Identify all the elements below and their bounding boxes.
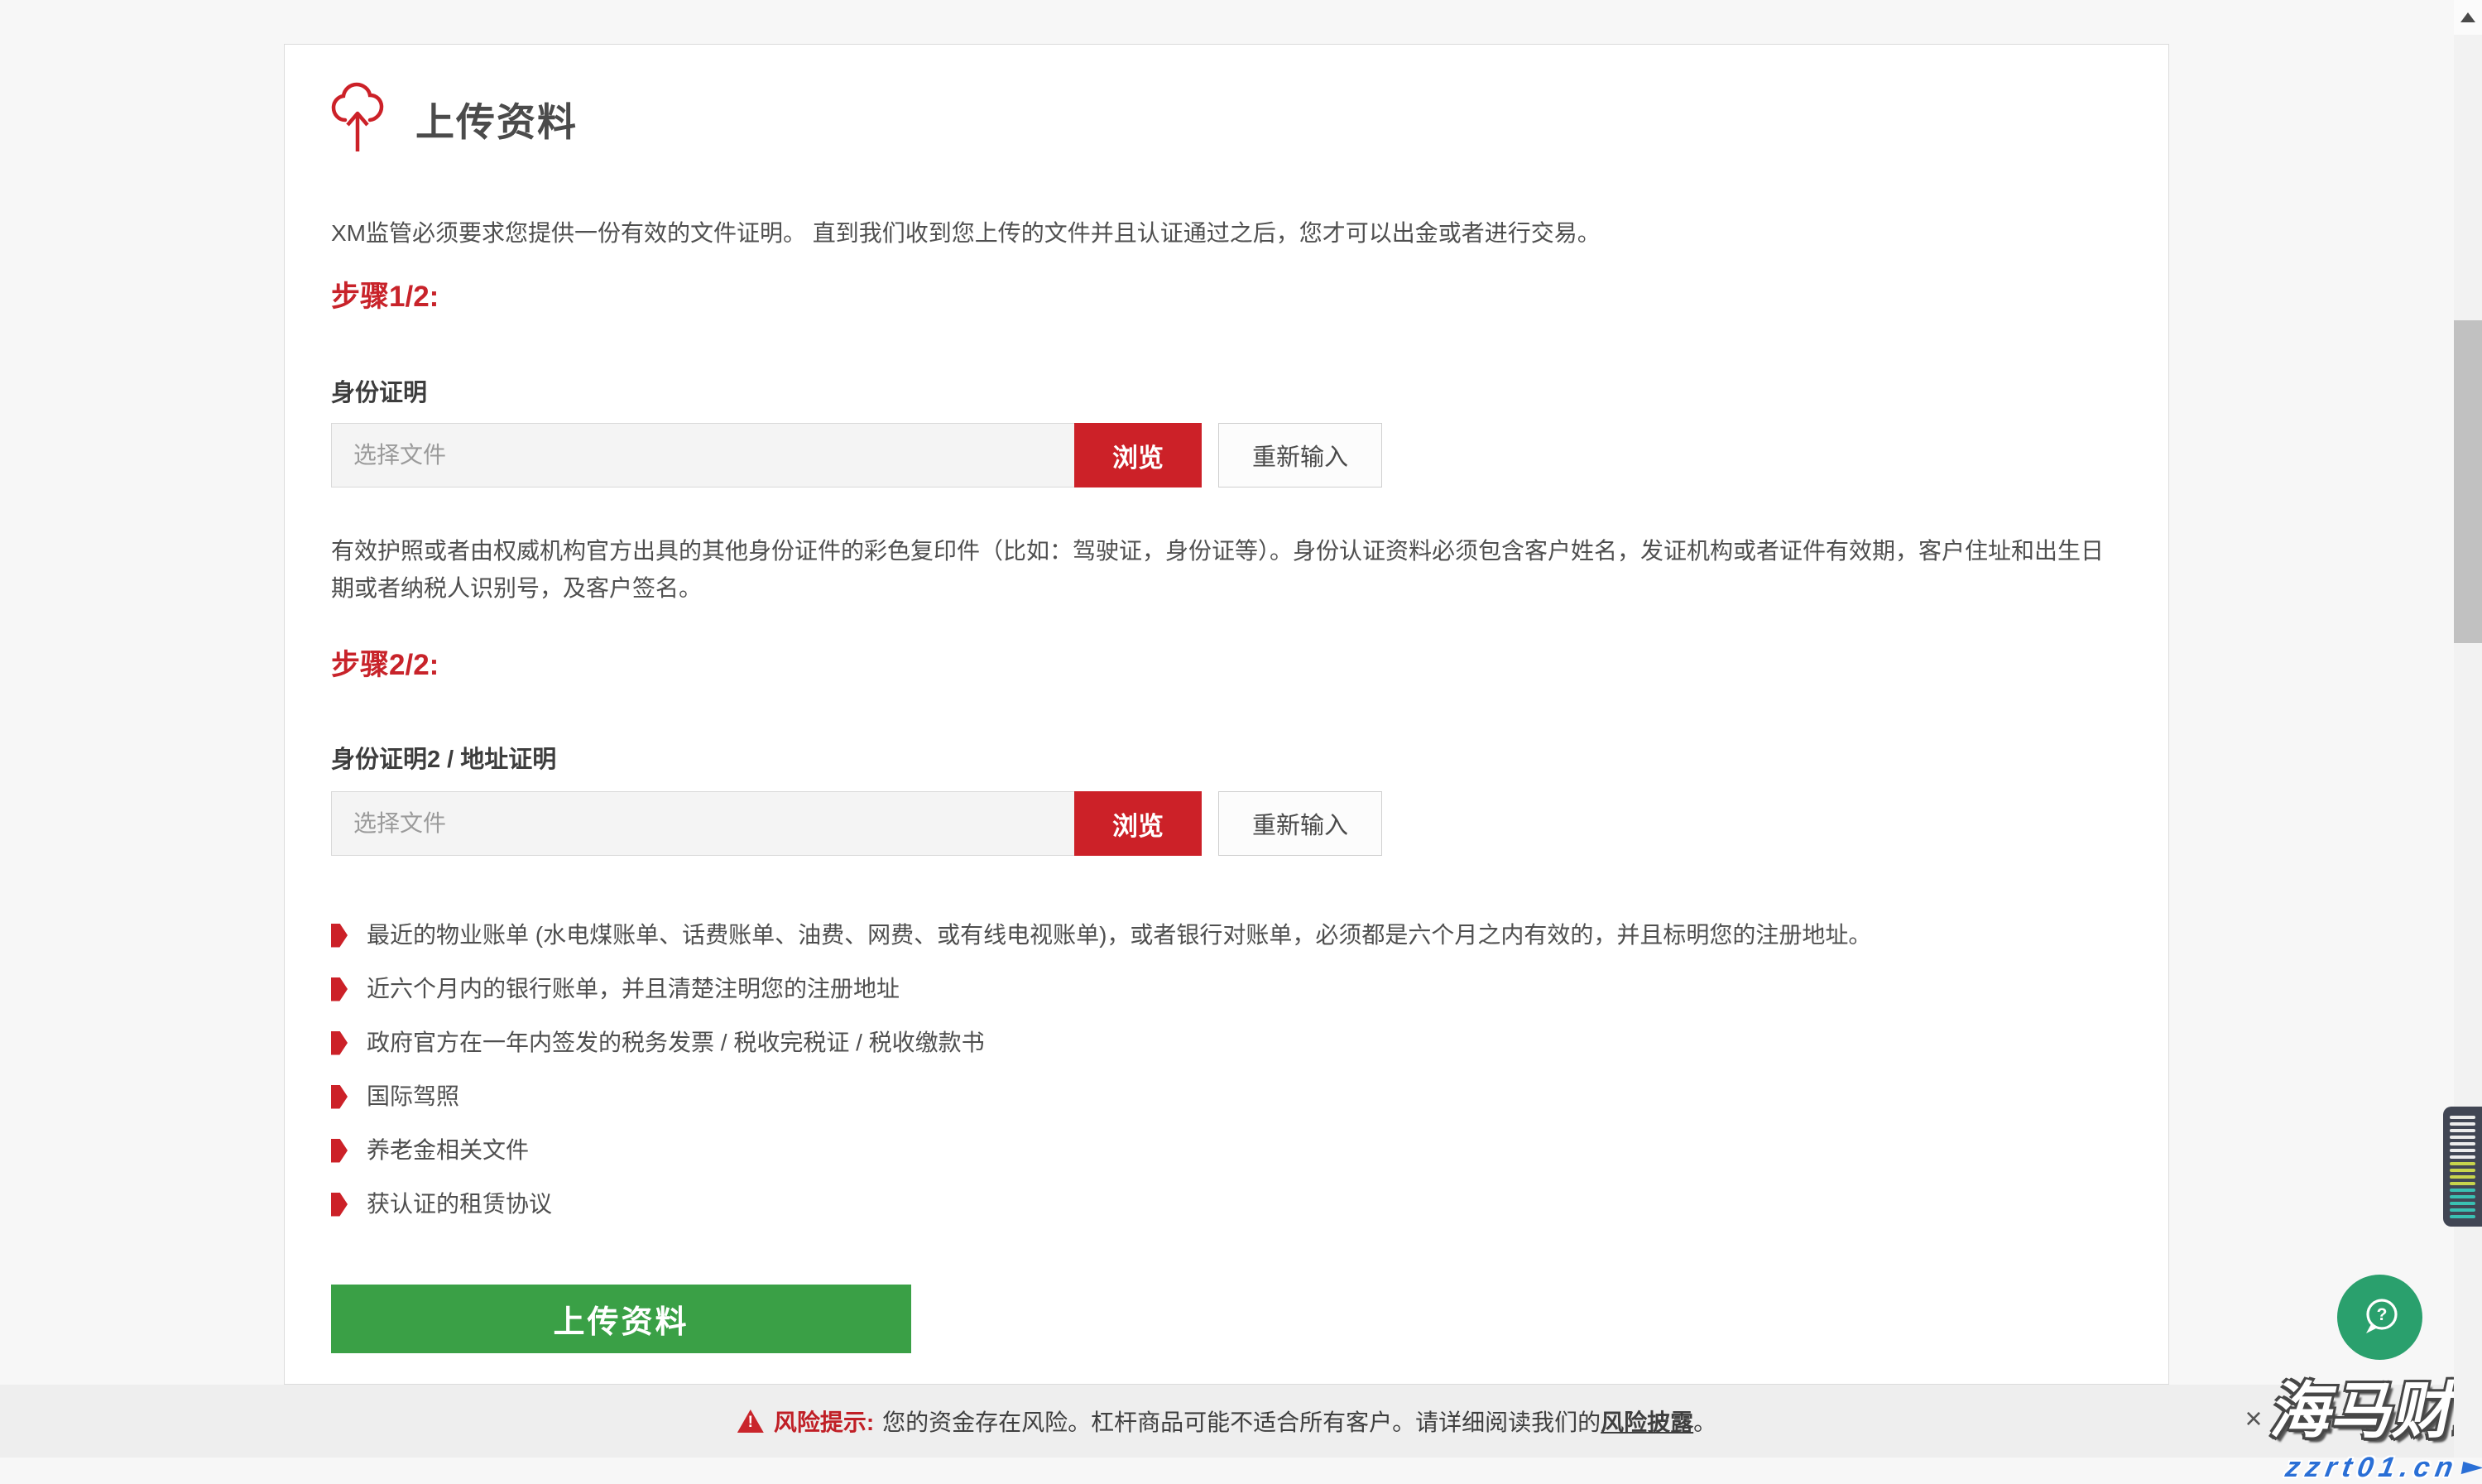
risk-warning-bar: ! 风险提示: 您的资金存在风险。杠杆商品可能不适合所有客户。请详细阅读我们的 … bbox=[0, 1385, 2454, 1458]
step2-browse-button[interactable]: 浏览 bbox=[1074, 791, 1202, 856]
list-item-text: 近六个月内的银行账单，并且清楚注明您的注册地址 bbox=[367, 975, 900, 1003]
vertical-scrollbar[interactable] bbox=[2454, 0, 2482, 1458]
risk-bar-close-button[interactable]: × bbox=[2235, 1400, 2273, 1438]
risk-warning-label: 风险提示: bbox=[774, 1405, 874, 1438]
red-arrow-bullet-icon bbox=[331, 1085, 348, 1109]
step1-field-label: 身份证明 bbox=[331, 379, 2122, 407]
list-item: 政府官方在一年内签发的税务发票 / 税收完税证 / 税收缴款书 bbox=[331, 1029, 2122, 1057]
step1-reset-button[interactable]: 重新输入 bbox=[1218, 423, 1382, 487]
step1-description: 有效护照或者由权威机构官方出具的其他身份证件的彩色复印件（比如：驾驶证，身份证等… bbox=[331, 532, 2122, 607]
step1-heading: 步骤1/2: bbox=[331, 273, 2122, 315]
watermark-arrow-icon bbox=[2460, 1459, 2482, 1477]
step2-file-row: 浏览 重新输入 bbox=[331, 791, 2122, 856]
list-item-text: 政府官方在一年内签发的税务发票 / 税收完税证 / 税收缴款书 bbox=[367, 1029, 985, 1057]
list-item: 国际驾照 bbox=[331, 1083, 2122, 1111]
floating-stripe-widget[interactable] bbox=[2443, 1107, 2482, 1227]
intro-text: XM监管必须要求您提供一份有效的文件证明。 直到我们收到您上传的文件并且认证通过… bbox=[331, 219, 2122, 247]
upload-submit-button[interactable]: 上传资料 bbox=[331, 1285, 911, 1353]
question-bubble-icon: ? bbox=[2355, 1292, 2406, 1343]
step2-field-label: 身份证明2 / 地址证明 bbox=[331, 746, 2122, 774]
list-item-text: 养老金相关文件 bbox=[367, 1136, 529, 1165]
list-item-text: 最近的物业账单 (水电煤账单、话费账单、油费、网费、或有线电视账单)，或者银行对… bbox=[367, 921, 1871, 949]
list-item: 近六个月内的银行账单，并且清楚注明您的注册地址 bbox=[331, 975, 2122, 1003]
risk-disclosure-link[interactable]: 风险披露 bbox=[1601, 1405, 1693, 1438]
scrollbar-thumb[interactable] bbox=[2454, 320, 2482, 643]
warning-glyph: ! bbox=[748, 1413, 753, 1433]
risk-warning-text-suffix: 。 bbox=[1693, 1405, 1716, 1438]
upload-cloud-icon bbox=[331, 82, 384, 155]
red-arrow-bullet-icon bbox=[331, 1193, 348, 1217]
red-arrow-bullet-icon bbox=[331, 977, 348, 1001]
step1-browse-button[interactable]: 浏览 bbox=[1074, 423, 1202, 487]
red-arrow-bullet-icon bbox=[331, 924, 348, 948]
step2-file-input[interactable] bbox=[331, 791, 1074, 856]
list-item-text: 国际驾照 bbox=[367, 1083, 459, 1111]
help-chat-button[interactable]: ? bbox=[2337, 1275, 2422, 1360]
warning-triangle-icon: ! bbox=[737, 1410, 764, 1433]
step1-file-input[interactable] bbox=[331, 423, 1074, 487]
red-arrow-bullet-icon bbox=[331, 1139, 348, 1163]
up-arrow-icon bbox=[2460, 12, 2475, 22]
step2-reset-button[interactable]: 重新输入 bbox=[1218, 791, 1382, 856]
upload-card: 上传资料 XM监管必须要求您提供一份有效的文件证明。 直到我们收到您上传的文件并… bbox=[284, 44, 2169, 1385]
accepted-documents-list: 最近的物业账单 (水电煤账单、话费账单、油费、网费、或有线电视账单)，或者银行对… bbox=[331, 921, 2122, 1218]
page-header: 上传资料 bbox=[331, 83, 2122, 154]
page-title: 上传资料 bbox=[415, 90, 578, 147]
list-item: 最近的物业账单 (水电煤账单、话费账单、油费、网费、或有线电视账单)，或者银行对… bbox=[331, 921, 2122, 949]
list-item: 养老金相关文件 bbox=[331, 1136, 2122, 1165]
scrollbar-up-button[interactable] bbox=[2454, 0, 2482, 35]
risk-warning-text: 您的资金存在风险。杠杆商品可能不适合所有客户。请详细阅读我们的 bbox=[882, 1405, 1601, 1438]
step1-file-row: 浏览 重新输入 bbox=[331, 423, 2122, 487]
red-arrow-bullet-icon bbox=[331, 1031, 348, 1055]
question-glyph: ? bbox=[2376, 1305, 2387, 1324]
list-item-text: 获认证的租赁协议 bbox=[367, 1190, 552, 1218]
list-item: 获认证的租赁协议 bbox=[331, 1190, 2122, 1218]
step2-heading: 步骤2/2: bbox=[331, 641, 2122, 684]
